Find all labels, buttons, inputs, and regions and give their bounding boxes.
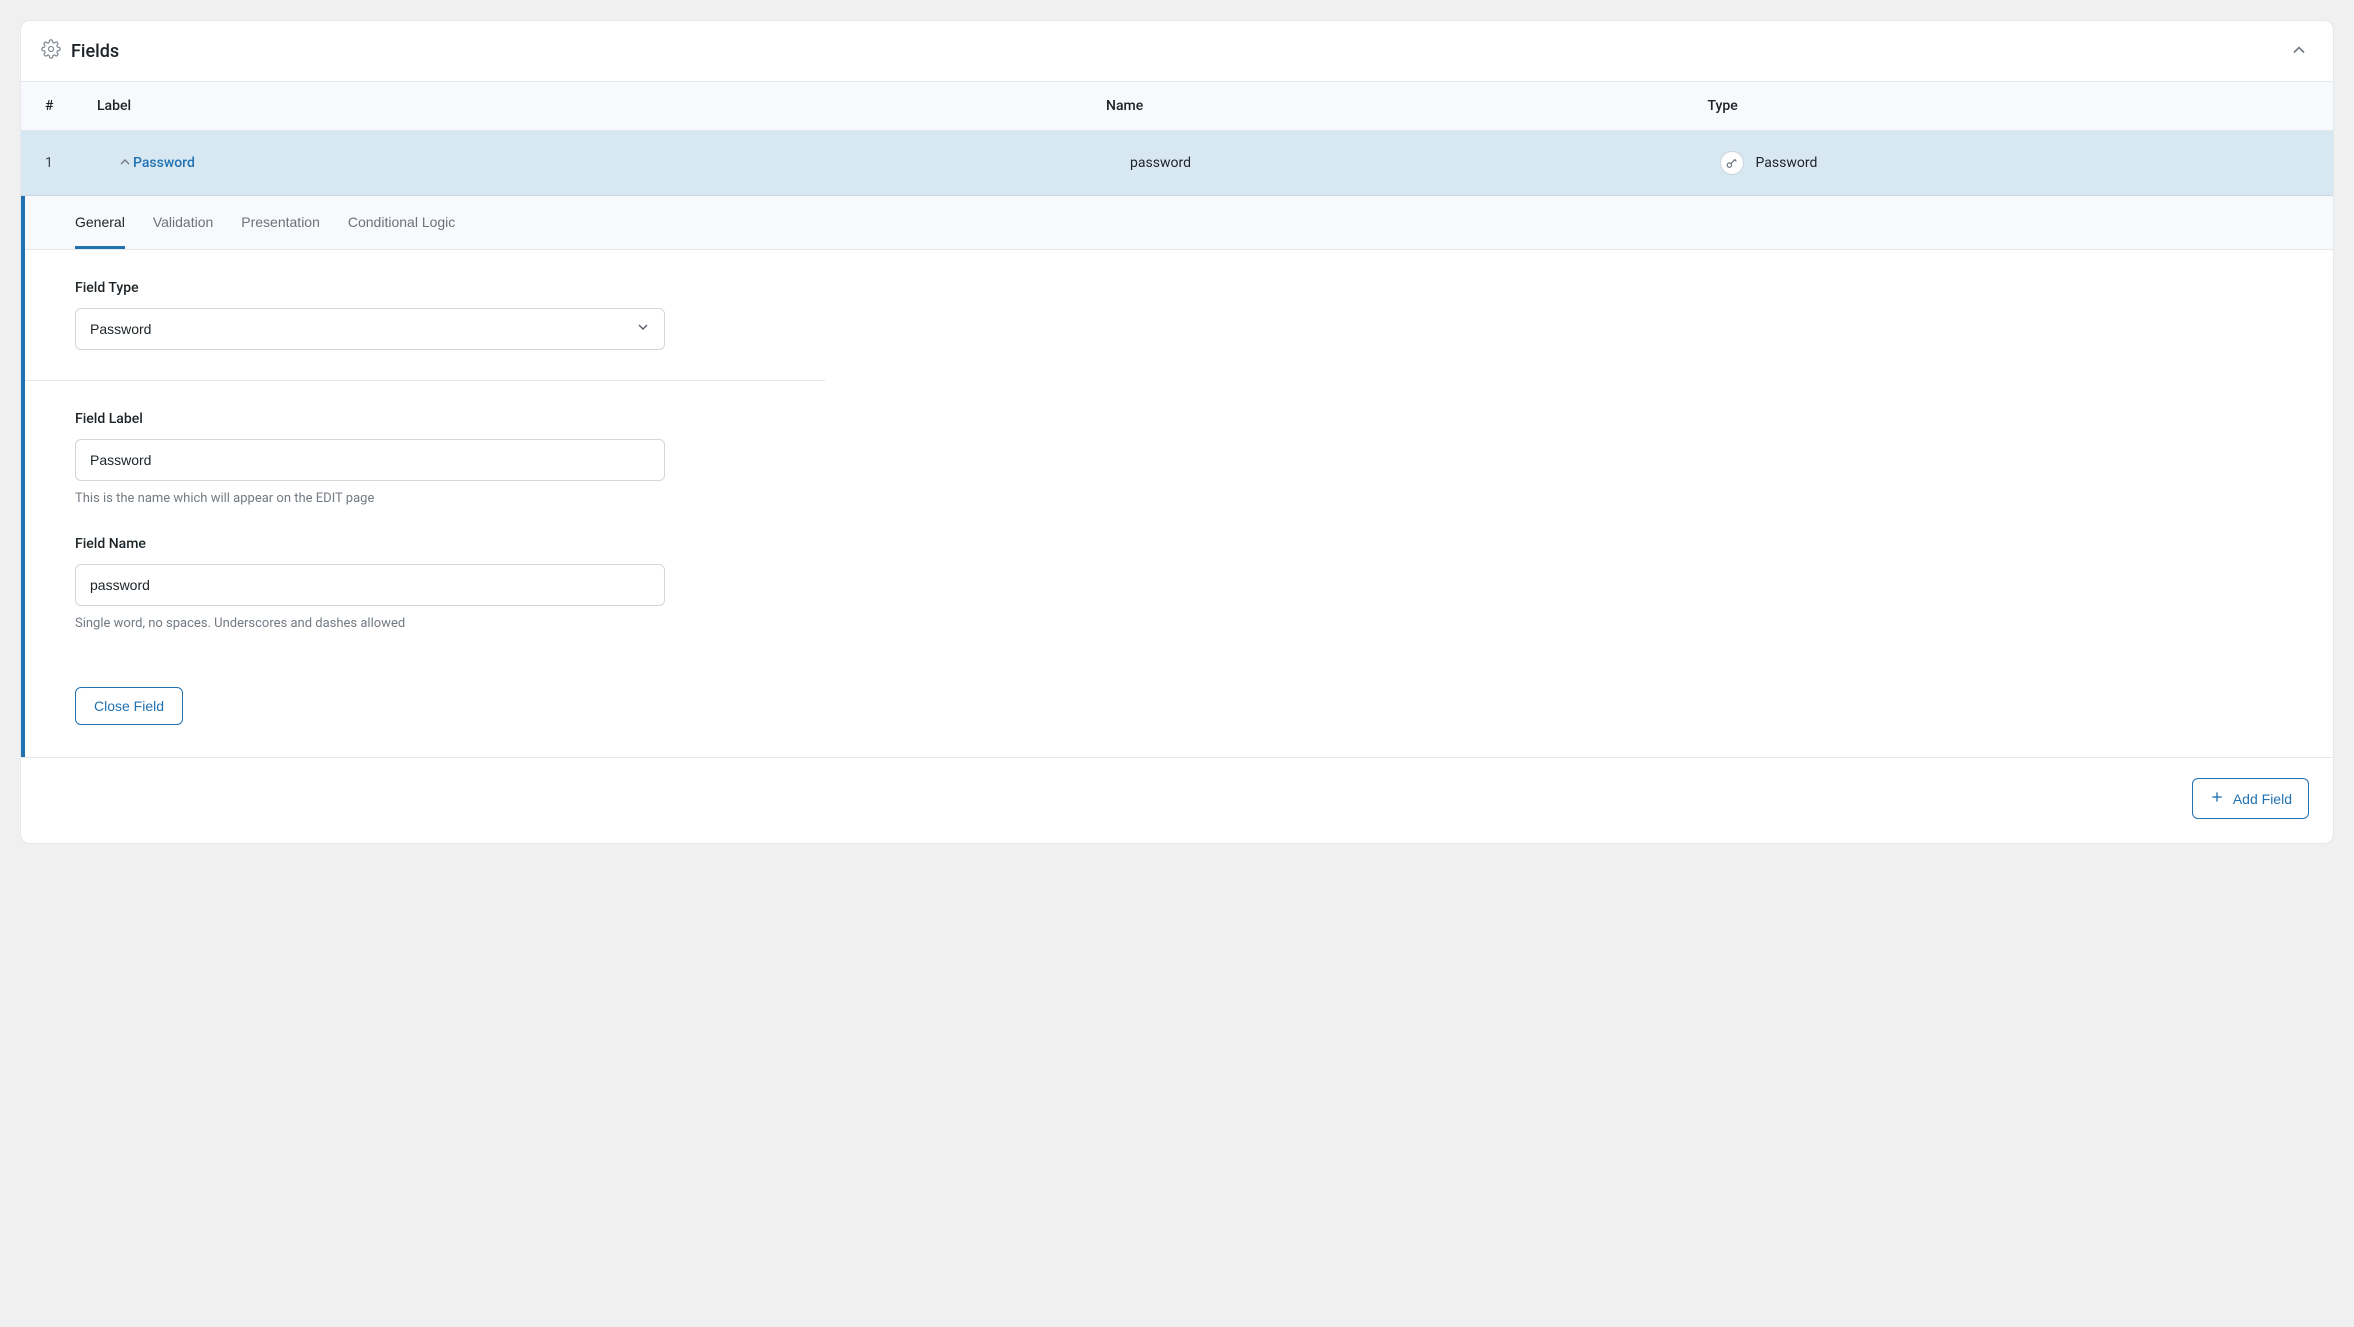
col-header-type: Type [1708,98,2310,114]
field-label-help: This is the name which will appear on th… [75,491,775,506]
field-row[interactable]: 1 Password password Password [21,131,2333,196]
tab-general[interactable]: General [75,196,125,249]
collapse-panel-button[interactable] [2289,40,2309,63]
field-type-select[interactable]: Password [75,308,665,350]
row-name: password [1130,155,1720,171]
row-type-label: Password [1756,155,1818,171]
row-toggle-button[interactable] [117,154,133,173]
col-header-label: Label [97,98,1106,114]
field-editor: General Validation Presentation Conditio… [21,196,2333,757]
col-header-num: # [45,98,97,114]
add-field-button[interactable]: Add Field [2192,778,2309,819]
close-field-button[interactable]: Close Field [75,687,183,725]
editor-tabs: General Validation Presentation Conditio… [25,196,2333,250]
field-label-input[interactable] [75,439,665,481]
editor-actions: Close Field [25,661,2333,757]
section-field-type: Field Type Password [25,250,825,381]
field-name-help: Single word, no spaces. Underscores and … [75,616,775,631]
gear-icon [41,39,61,63]
field-name-label: Field Name [75,536,775,552]
key-icon [1720,151,1744,175]
row-label-link[interactable]: Password [133,155,195,171]
row-index: 1 [45,155,65,171]
chevron-up-icon [2289,40,2309,63]
plus-icon [2209,789,2225,808]
field-type-label: Field Type [75,280,775,296]
table-header: # Label Name Type [21,82,2333,131]
tab-validation[interactable]: Validation [153,196,213,249]
tab-presentation[interactable]: Presentation [241,196,320,249]
panel-footer: Add Field [21,757,2333,843]
field-name-input[interactable] [75,564,665,606]
panel-title: Fields [71,41,119,62]
chevron-up-icon [117,154,133,173]
field-label-label: Field Label [75,411,775,427]
section-field-details: Field Label This is the name which will … [25,381,825,661]
panel-header: Fields [21,21,2333,82]
col-header-name: Name [1106,98,1708,114]
fields-panel: Fields # Label Name Type 1 [20,20,2334,844]
tab-conditional[interactable]: Conditional Logic [348,196,455,249]
add-field-label: Add Field [2233,791,2292,807]
